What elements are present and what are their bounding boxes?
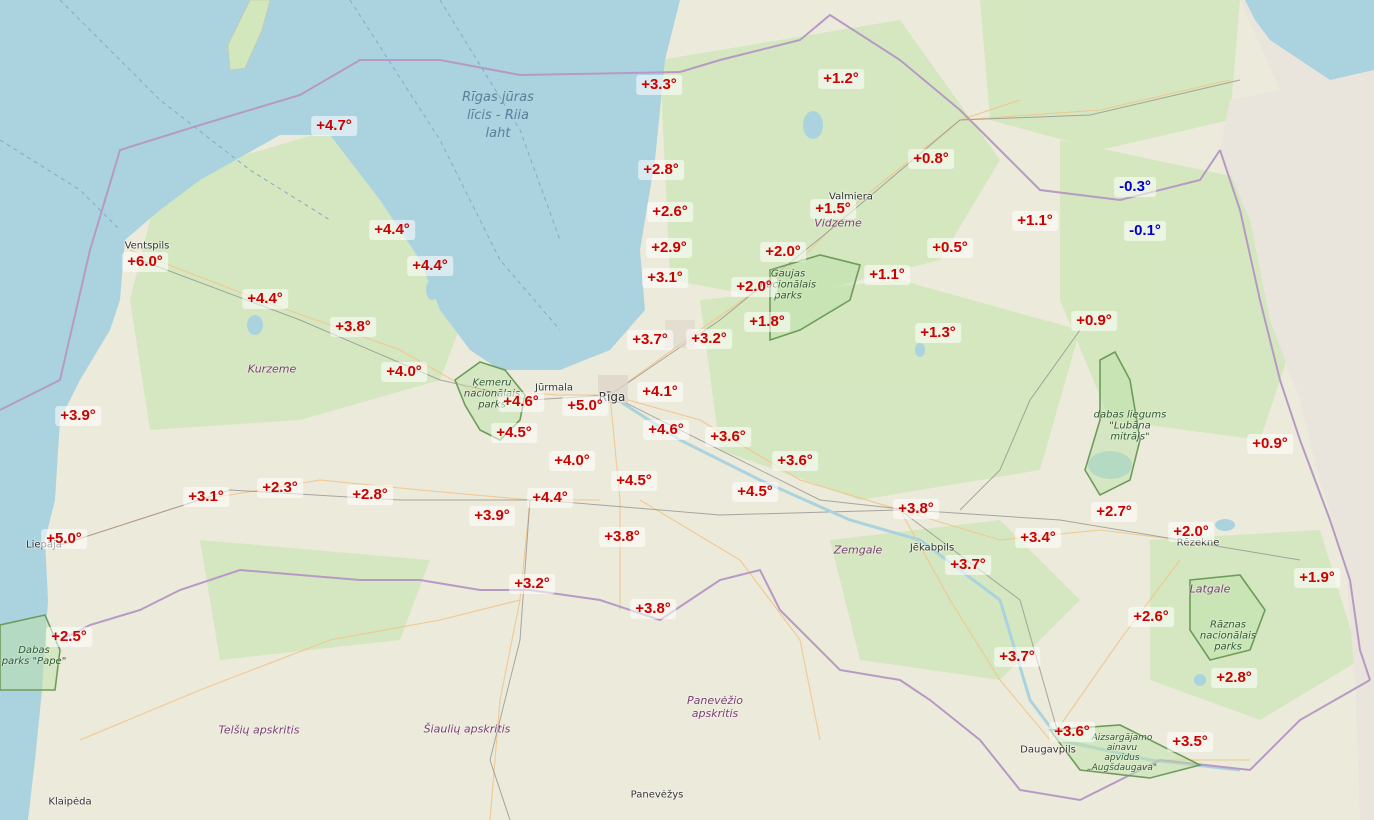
place-label-panevezys: Panevėžys — [630, 789, 684, 801]
temperature-label[interactable]: +3.9° — [55, 406, 101, 426]
park-label-pape: Dabas parks "Pape" — [1, 645, 67, 667]
temperature-label[interactable]: +4.0° — [549, 451, 595, 471]
temperature-label[interactable]: +3.5° — [1167, 732, 1213, 752]
temperature-label[interactable]: +2.8° — [1211, 668, 1257, 688]
temperature-label[interactable]: +4.7° — [311, 116, 357, 136]
park-label-razna: Rāznas nacionālais parks — [1199, 619, 1257, 653]
temperature-label[interactable]: -0.3° — [1114, 177, 1156, 197]
temperature-label[interactable]: +0.9° — [1247, 434, 1293, 454]
region-label-panevezys: Panevėžio apskritis — [687, 694, 743, 720]
region-label-siauliai: Šiaulių apskritis — [423, 722, 511, 736]
temperature-label[interactable]: +3.8° — [330, 317, 376, 337]
temperature-label[interactable]: +2.6° — [1128, 607, 1174, 627]
temperature-label[interactable]: +2.0° — [731, 277, 777, 297]
temperature-label[interactable]: +4.5° — [611, 471, 657, 491]
temperature-label[interactable]: +1.8° — [744, 312, 790, 332]
temperature-label[interactable]: +3.3° — [636, 75, 682, 95]
temperature-label[interactable]: +1.3° — [915, 323, 961, 343]
place-label-ventspils: Ventspils — [124, 240, 170, 252]
map-container[interactable]: Rīgas jūras līcis - Riia laht Ventspils … — [0, 0, 1374, 820]
temperature-label[interactable]: +0.9° — [1071, 311, 1117, 331]
temperature-label[interactable]: +2.0° — [760, 242, 806, 262]
temperature-label[interactable]: +4.1° — [637, 382, 683, 402]
temperature-label[interactable]: +5.0° — [41, 529, 87, 549]
park-label-augsdaugava: Aizsargājamo ainavu apvidus „Augšdaugava… — [1086, 733, 1158, 773]
sea-label: Rīgas jūras līcis - Riia laht — [462, 90, 534, 141]
temperature-label[interactable]: +2.3° — [257, 478, 303, 498]
temperature-label[interactable]: +4.4° — [369, 220, 415, 240]
temperature-label[interactable]: +4.4° — [527, 488, 573, 508]
temperature-label[interactable]: +2.8° — [347, 485, 393, 505]
temperature-label[interactable]: +1.5° — [810, 199, 856, 219]
temperature-label[interactable]: +3.2° — [686, 329, 732, 349]
temperature-label[interactable]: +3.6° — [1049, 722, 1095, 742]
temperature-label[interactable]: +3.1° — [183, 487, 229, 507]
temperature-label[interactable]: -0.1° — [1124, 221, 1166, 241]
temperature-label[interactable]: +3.8° — [630, 599, 676, 619]
region-label-kurzeme: Kurzeme — [247, 362, 297, 376]
temperature-label[interactable]: +6.0° — [122, 252, 168, 272]
temperature-label[interactable]: +4.4° — [242, 289, 288, 309]
temperature-label[interactable]: +2.9° — [646, 238, 692, 258]
temperature-label[interactable]: +2.5° — [46, 627, 92, 647]
park-label-lubans: dabas liegums "Lubāna mitrājs" — [1093, 409, 1167, 443]
temperature-label[interactable]: +0.5° — [927, 238, 973, 258]
temperature-label[interactable]: +3.9° — [469, 506, 515, 526]
region-label-latgale: Latgale — [1189, 582, 1231, 596]
temperature-label[interactable]: +0.8° — [908, 149, 954, 169]
temperature-label[interactable]: +3.7° — [627, 330, 673, 350]
place-label-jekabpils: Jēkabpils — [909, 542, 955, 554]
temperature-label[interactable]: +5.0° — [562, 396, 608, 416]
temperature-label[interactable]: +2.0° — [1168, 522, 1214, 542]
temperature-label[interactable]: +4.0° — [381, 362, 427, 382]
region-label-zemgale: Zemgale — [833, 543, 883, 557]
temperature-label[interactable]: +4.5° — [732, 482, 778, 502]
temperature-label[interactable]: +3.7° — [994, 647, 1040, 667]
temperature-label[interactable]: +3.8° — [599, 527, 645, 547]
place-label-daugavpils: Daugavpils — [1020, 744, 1076, 756]
place-label-klaipeda: Klaipėda — [48, 796, 92, 808]
temperature-label[interactable]: +3.8° — [893, 499, 939, 519]
temperature-label[interactable]: +1.2° — [818, 69, 864, 89]
temperature-label[interactable]: +1.1° — [1012, 211, 1058, 231]
temperature-label[interactable]: +3.6° — [705, 427, 751, 447]
temperature-label[interactable]: +4.5° — [491, 423, 537, 443]
temperature-label[interactable]: +3.6° — [772, 451, 818, 471]
temperature-label[interactable]: +3.2° — [509, 574, 555, 594]
temperature-label[interactable]: +2.7° — [1091, 502, 1137, 522]
temperature-label[interactable]: +2.6° — [647, 202, 693, 222]
temperature-label[interactable]: +3.1° — [642, 268, 688, 288]
temperature-label[interactable]: +1.1° — [864, 265, 910, 285]
temperature-label[interactable]: +3.7° — [945, 555, 991, 575]
temperature-label[interactable]: +3.4° — [1015, 528, 1061, 548]
region-label-telsiai: Telšių apskritis — [218, 723, 300, 737]
temperature-label[interactable]: +4.6° — [643, 420, 689, 440]
temperature-label[interactable]: +4.4° — [407, 256, 453, 276]
temperature-label[interactable]: +1.9° — [1294, 568, 1340, 588]
temperature-label[interactable]: +2.8° — [638, 160, 684, 180]
temperature-label[interactable]: +4.6° — [498, 392, 544, 412]
